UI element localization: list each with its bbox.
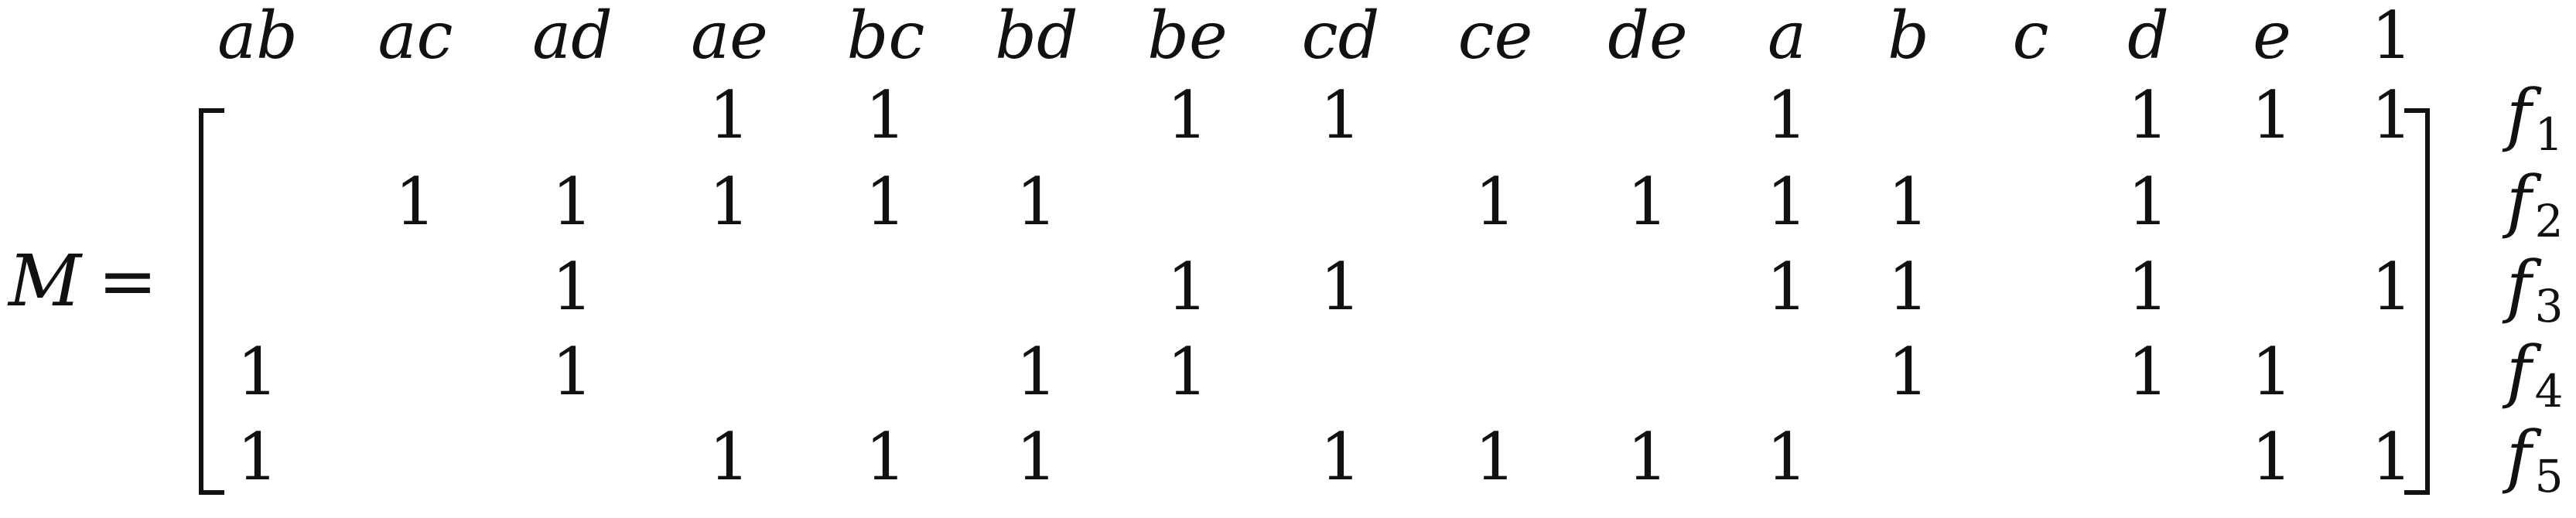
row-labels: f1f2f3f4f5 xyxy=(2502,74,2563,503)
matrix-cell: 1 xyxy=(865,77,906,153)
matrix-cell: 1 xyxy=(2127,77,2168,153)
matrix-cell: 1 xyxy=(709,77,750,153)
matrix-cell: 1 xyxy=(552,164,593,240)
matrix-cell: 1 xyxy=(1888,334,1929,410)
row-label-subscript: 3 xyxy=(2535,280,2564,332)
matrix-cell: 1 xyxy=(709,419,750,495)
column-label: de xyxy=(1607,0,1687,73)
column-label: ab xyxy=(217,0,298,73)
column-label: b xyxy=(1888,0,1929,73)
matrix-cell: 1 xyxy=(1320,249,1361,325)
row-label-subscript: 5 xyxy=(2535,450,2564,503)
matrix-cell: 1 xyxy=(865,419,906,495)
matrix-cell: 1 xyxy=(1888,249,1929,325)
matrix-cell: 1 xyxy=(1016,419,1057,495)
matrix-cell: 1 xyxy=(1627,164,1668,240)
matrix-cell: 1 xyxy=(1627,419,1668,495)
matrix-cell: 1 xyxy=(1766,419,1807,495)
column-label: d xyxy=(2127,0,2169,73)
matrix-cell: 1 xyxy=(1766,164,1807,240)
matrix-cell: 1 xyxy=(2127,334,2168,410)
column-label: bd xyxy=(995,0,1078,73)
column-label: 1 xyxy=(2371,0,2412,73)
matrix-cell: 1 xyxy=(1766,77,1807,153)
row-label: f4 xyxy=(2502,331,2563,417)
left-bracket xyxy=(199,108,224,495)
equals-sign: = xyxy=(97,240,157,322)
row-label: f2 xyxy=(2502,161,2563,247)
matrix-symbol: M xyxy=(7,240,84,322)
column-label: ce xyxy=(1458,0,1533,73)
row-label: f1 xyxy=(2502,74,2563,161)
matrix-cell: 1 xyxy=(2127,164,2168,240)
matrix-cell: 1 xyxy=(395,164,436,240)
column-labels: ab ac ad ae bc bd be cd ce de a b c d e 1 xyxy=(217,0,2413,73)
matrix-equation: M = ab ac ad ae bc bd be cd ce de a b c d e 1 1 1 1 1 1 1 1 11… xyxy=(7,0,2564,503)
row-label-subscript: 2 xyxy=(2535,195,2564,247)
row-label-subscript: 1 xyxy=(2535,108,2564,161)
matrix-cell: 1 xyxy=(1474,419,1515,495)
matrix-cell: 1 xyxy=(1167,249,1208,325)
matrix-cell: 1 xyxy=(2251,77,2292,153)
column-label: c xyxy=(2012,0,2048,73)
matrix-cell: 1 xyxy=(2127,249,2168,325)
matrix-cell: 1 xyxy=(2251,334,2292,410)
column-label: be xyxy=(1147,0,1227,73)
matrix-cell: 1 xyxy=(1888,164,1929,240)
column-label: ac xyxy=(378,0,453,73)
matrix-cell: 1 xyxy=(1320,77,1361,153)
matrix-cell: 1 xyxy=(552,249,593,325)
matrix-cell: 1 xyxy=(2371,249,2412,325)
matrix-cell: 1 xyxy=(1474,164,1515,240)
row-label-subscript: 4 xyxy=(2535,365,2564,417)
matrix-cells: 1 1 1 1 1 1 1 1 1 1 1 1 1 1 1 1 1 1 1 1 1 1 1 1 1 1 1 1 1 1 1 1 1 1 1 1 1 1 1 1… xyxy=(237,77,2412,495)
matrix-cell: 1 xyxy=(709,164,750,240)
matrix-cell: 1 xyxy=(2251,419,2292,495)
matrix-cell: 1 xyxy=(1766,249,1807,325)
column-label: ad xyxy=(532,0,613,73)
matrix-cell: 1 xyxy=(1167,334,1208,410)
matrix-cell: 1 xyxy=(2371,77,2412,153)
column-label: cd xyxy=(1302,0,1380,73)
matrix-cell: 1 xyxy=(865,164,906,240)
matrix-cell: 1 xyxy=(1167,77,1208,153)
column-label: e xyxy=(2253,0,2291,73)
column-label: a xyxy=(1768,0,1806,73)
matrix-cell: 1 xyxy=(1016,334,1057,410)
matrix-cell: 1 xyxy=(1320,419,1361,495)
row-label: f5 xyxy=(2502,416,2563,503)
matrix-cell: 1 xyxy=(2371,419,2412,495)
matrix-cell: 1 xyxy=(237,419,278,495)
column-label: ae xyxy=(691,0,768,73)
matrix-cell: 1 xyxy=(552,334,593,410)
matrix-cell: 1 xyxy=(1016,164,1057,240)
column-label: bc xyxy=(847,0,925,73)
row-label: f3 xyxy=(2502,246,2563,332)
matrix-cell: 1 xyxy=(237,334,278,410)
